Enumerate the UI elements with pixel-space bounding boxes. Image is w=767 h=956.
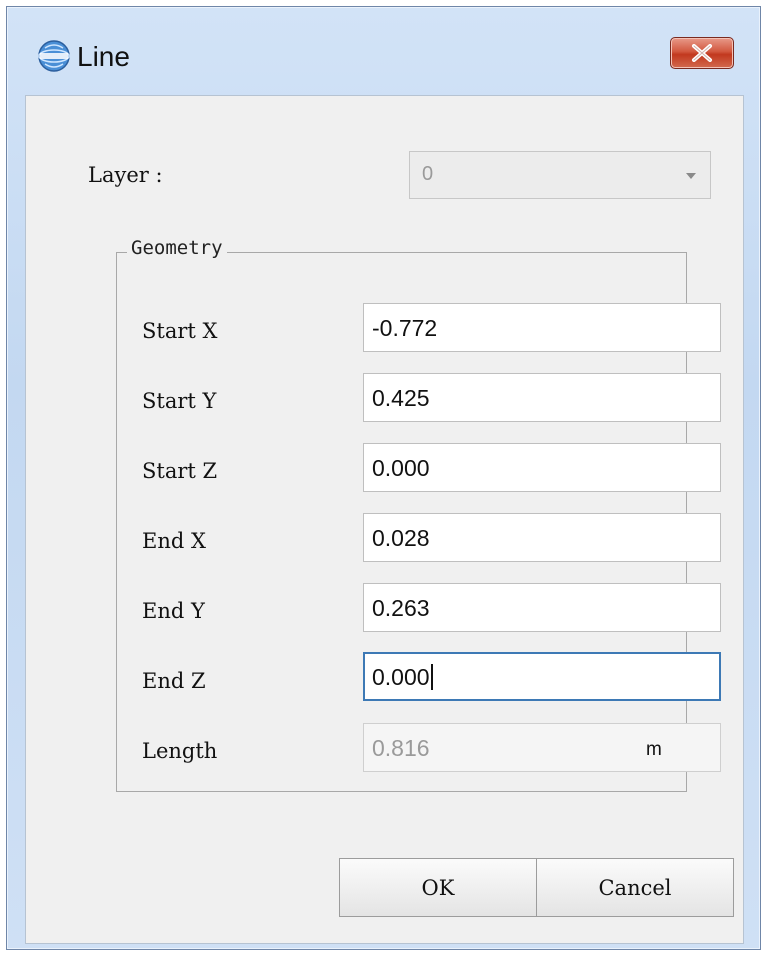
layer-label: Layer : <box>88 163 163 187</box>
start-y-label: Start Y <box>142 389 217 413</box>
layer-dropdown[interactable]: 0 <box>409 151 711 199</box>
ok-button[interactable]: OK <box>339 858 537 917</box>
window-title: Line <box>77 41 130 72</box>
end-z-field[interactable]: 0.000 <box>363 652 721 701</box>
start-z-field[interactable]: 0.000 <box>363 443 721 492</box>
end-y-field[interactable]: 0.263 <box>363 583 721 632</box>
title-bar[interactable]: Line <box>7 7 760 95</box>
layer-value: 0 <box>422 163 434 185</box>
end-z-label: End Z <box>142 669 206 693</box>
app-globe-icon <box>38 40 70 72</box>
start-y-field[interactable]: 0.425 <box>363 373 721 422</box>
length-label: Length <box>142 739 218 763</box>
close-button[interactable] <box>670 37 734 69</box>
start-x-field[interactable]: -0.772 <box>363 303 721 352</box>
text-caret <box>430 664 433 690</box>
length-unit: m <box>646 739 662 760</box>
end-z-value: 0.000 <box>372 664 430 690</box>
length-field: 0.816 <box>363 723 721 772</box>
cancel-button[interactable]: Cancel <box>536 858 734 917</box>
end-y-label: End Y <box>142 599 205 623</box>
geometry-group-title: Geometry <box>127 237 227 259</box>
dialog-content: Layer : 0 Geometry Start X -0.772 Start … <box>25 95 744 944</box>
end-x-field[interactable]: 0.028 <box>363 513 721 562</box>
dialog-window: Line Layer : 0 Geometry Start X -0.772 S… <box>6 6 761 950</box>
start-x-label: Start X <box>142 319 218 343</box>
chevron-down-icon <box>686 173 696 179</box>
start-z-label: Start Z <box>142 459 218 483</box>
geometry-group: Geometry Start X -0.772 Start Y 0.425 St… <box>116 237 721 792</box>
close-icon <box>692 44 712 62</box>
end-x-label: End X <box>142 529 206 553</box>
